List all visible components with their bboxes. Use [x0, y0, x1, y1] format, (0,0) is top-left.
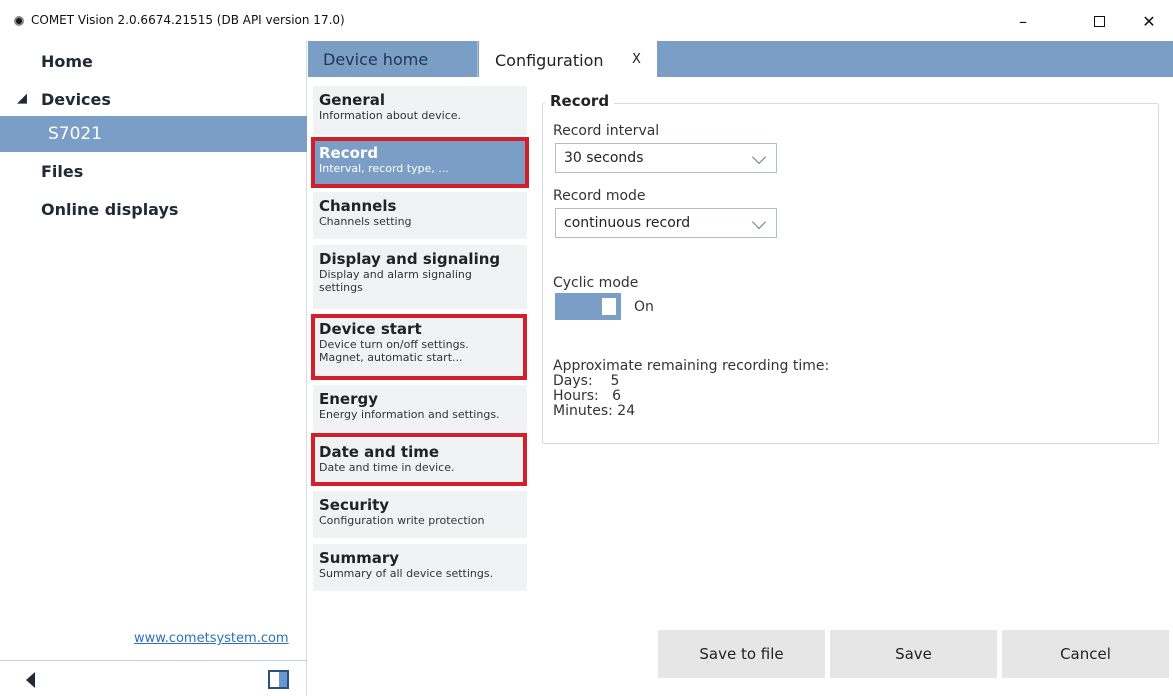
menu-item-security[interactable]: Security Configuration write protection	[313, 491, 527, 538]
cyclic-mode-state: On	[634, 299, 654, 315]
panel-toggle-icon[interactable]	[268, 670, 289, 689]
menu-item-title: Energy	[319, 390, 379, 408]
sidebar-item-label: Files	[41, 161, 84, 181]
minimize-icon: –	[1019, 11, 1027, 31]
cyclic-mode-label: Cyclic mode	[553, 275, 639, 291]
menu-item-energy[interactable]: Energy Energy information and settings.	[313, 385, 527, 434]
menu-item-desc: Channels setting	[319, 215, 412, 228]
menu-item-date-time[interactable]: Date and time Date and time in device.	[313, 438, 527, 485]
menu-item-desc: Date and time in device.	[319, 461, 455, 474]
title-bar: COMET Vision 2.0.6674.21515 (DB API vers…	[0, 0, 1173, 41]
collapse-left-icon[interactable]	[26, 672, 35, 688]
sidebar-item-label: Devices	[41, 89, 111, 109]
chevron-down-icon	[751, 149, 767, 165]
menu-item-title: Channels	[319, 197, 397, 215]
window-title: COMET Vision 2.0.6674.21515 (DB API vers…	[31, 13, 345, 27]
record-interval-select[interactable]: 30 seconds	[555, 143, 777, 173]
maximize-icon	[1093, 15, 1105, 27]
menu-item-desc: Device turn on/off settings. Magnet, aut…	[319, 338, 469, 364]
sidebar-item-home[interactable]: Home	[0, 43, 307, 79]
sidebar-item-label: S7021	[48, 124, 103, 144]
record-mode-label: Record mode	[553, 188, 646, 204]
tab-label: Configuration	[495, 50, 604, 70]
minutes-row: Minutes: 24	[553, 404, 829, 419]
minutes-value: 24	[617, 403, 636, 419]
menu-item-title: Summary	[319, 549, 400, 567]
record-section-title: Record	[545, 92, 615, 110]
record-interval-label: Record interval	[553, 123, 660, 139]
sidebar-item-devices[interactable]: ◢ Devices	[0, 81, 307, 117]
days-value: 5	[610, 373, 620, 389]
record-mode-value: continuous record	[564, 215, 691, 231]
menu-item-general[interactable]: General Information about device.	[313, 86, 527, 135]
close-tab-button[interactable]: X	[632, 52, 641, 67]
menu-item-channels[interactable]: Channels Channels setting	[313, 192, 527, 239]
menu-item-desc: Configuration write protection	[319, 514, 485, 527]
hours-label: Hours:	[553, 388, 599, 404]
toggle-knob	[602, 298, 616, 315]
save-to-file-button[interactable]: Save to file	[658, 630, 825, 678]
website-link[interactable]: www.cometsystem.com	[134, 631, 289, 646]
menu-item-device-start[interactable]: Device start Device turn on/off settings…	[313, 315, 527, 379]
tab-configuration[interactable]: Configuration X	[479, 41, 657, 79]
menu-item-desc: Summary of all device settings.	[319, 567, 494, 580]
menu-item-title: Record	[319, 144, 379, 162]
menu-item-desc: Interval, record type, ...	[319, 162, 449, 175]
tab-bar: Device home Configuration X	[308, 41, 1173, 79]
close-window-button[interactable]: ✕	[1126, 6, 1172, 36]
menu-item-title: Device start	[319, 320, 422, 338]
menu-item-desc: Information about device.	[319, 109, 462, 122]
sidebar-item-files[interactable]: Files	[0, 153, 307, 189]
maximize-button[interactable]	[1076, 6, 1122, 36]
menu-item-title: Security	[319, 496, 390, 514]
sidebar: Home ◢ Devices S7021 Files Online displa…	[0, 41, 307, 696]
save-button[interactable]: Save	[830, 630, 997, 678]
remaining-time-info: Approximate remaining recording time: Da…	[553, 359, 829, 419]
minutes-label: Minutes:	[553, 403, 613, 419]
menu-item-record[interactable]: Record Interval, record type, ...	[313, 139, 527, 186]
menu-item-title: Date and time	[319, 443, 440, 461]
menu-item-desc: Energy information and settings.	[319, 408, 500, 421]
hours-row: Hours: 6	[553, 389, 829, 404]
minimize-button[interactable]: –	[1000, 6, 1046, 36]
expand-triangle-icon[interactable]: ◢	[17, 91, 27, 106]
menu-item-summary[interactable]: Summary Summary of all device settings.	[313, 544, 527, 591]
days-label: Days:	[553, 373, 593, 389]
tab-device-home[interactable]: Device home	[308, 41, 478, 77]
menu-item-desc: Display and alarm signaling settings	[319, 268, 472, 294]
record-interval-value: 30 seconds	[564, 150, 644, 166]
sidebar-item-device[interactable]: S7021	[0, 116, 307, 152]
sidebar-item-online-displays[interactable]: Online displays	[0, 191, 307, 227]
hours-value: 6	[612, 388, 622, 404]
record-mode-select[interactable]: continuous record	[555, 208, 777, 238]
close-icon: ✕	[1142, 11, 1156, 31]
remaining-time-label: Approximate remaining recording time:	[553, 358, 830, 374]
menu-item-display-signaling[interactable]: Display and signaling Display and alarm …	[313, 245, 527, 309]
sidebar-footer	[0, 660, 307, 696]
cyclic-mode-toggle[interactable]	[555, 293, 621, 320]
cancel-button[interactable]: Cancel	[1002, 630, 1169, 678]
menu-item-title: General	[319, 91, 385, 109]
chevron-down-icon	[751, 214, 767, 230]
menu-item-title: Display and signaling	[319, 250, 501, 268]
sidebar-item-label: Home	[41, 51, 93, 71]
tab-label: Device home	[323, 49, 429, 69]
sidebar-item-label: Online displays	[41, 199, 179, 219]
app-icon	[14, 16, 24, 26]
days-row: Days: 5	[553, 374, 829, 389]
